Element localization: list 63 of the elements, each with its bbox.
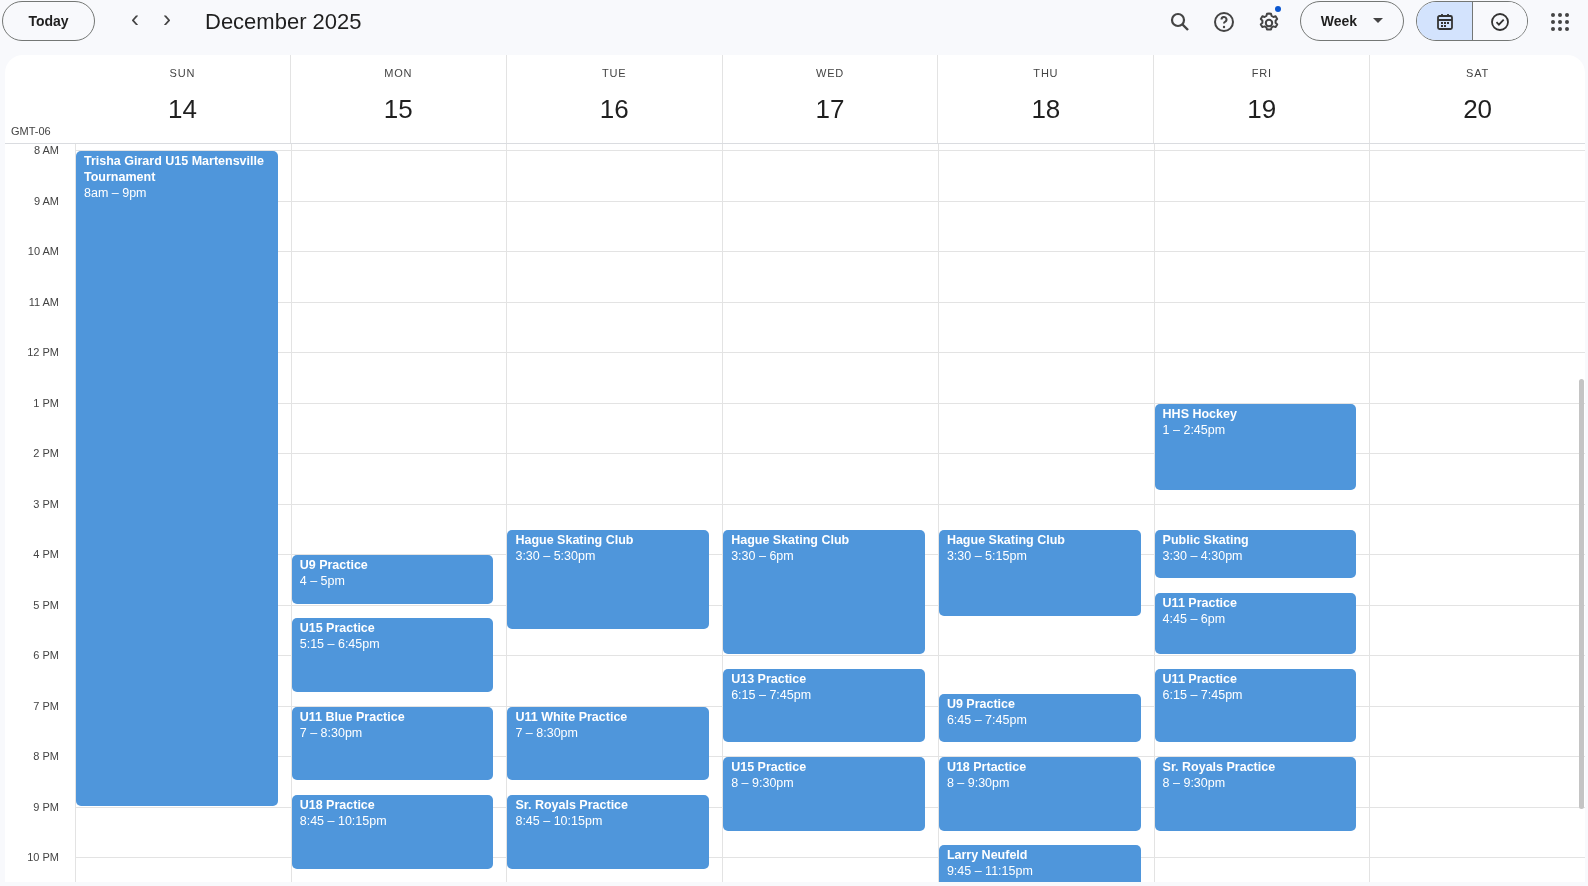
event-block[interactable]: U9 Practice 4 – 5pm	[291, 555, 494, 604]
hour-label: 12 PM	[27, 344, 59, 360]
hour-label: 8 PM	[33, 748, 59, 764]
event-block[interactable]: U18 Practice 8:45 – 10:15pm	[291, 794, 494, 869]
apps-grid-icon	[1550, 11, 1570, 32]
event-block[interactable]: HHS Hockey 1 – 2:45pm	[1154, 403, 1357, 490]
hour-label: 6 PM	[33, 647, 59, 663]
event-block[interactable]: U11 Practice 4:45 – 6pm	[1154, 592, 1357, 655]
hour-label: 8 AM	[33, 144, 59, 158]
weekday-label: FRI	[1250, 66, 1273, 81]
event-block[interactable]: U11 Practice 6:15 – 7:45pm	[1154, 668, 1357, 743]
scrollbar[interactable]	[1579, 379, 1584, 809]
weekday-label: WED	[814, 66, 846, 81]
next-button[interactable]: ›	[151, 7, 183, 35]
event-block[interactable]: Larry Neufeld 9:45 – 11:15pm	[938, 845, 1141, 882]
date-number[interactable]: 16	[506, 89, 722, 129]
today-button[interactable]: Today	[2, 1, 95, 41]
tasks-view-button[interactable]	[1472, 2, 1527, 40]
weekday-label: MON	[383, 66, 414, 81]
event-block[interactable]: U11 White Practice 7 – 8:30pm	[507, 706, 710, 781]
date-number[interactable]: 18	[938, 89, 1154, 129]
hour-label: 9 AM	[33, 193, 59, 209]
event-block[interactable]: Hague Skating Club 3:30 – 5:30pm	[507, 529, 710, 629]
hour-label: 4 PM	[33, 546, 59, 562]
date-number[interactable]: 19	[1154, 89, 1370, 129]
event-block[interactable]: Public Skating 3:30 – 4:30pm	[1154, 529, 1357, 579]
weekday-label: SAT	[1465, 66, 1491, 81]
hour-label: 10 AM	[27, 243, 59, 259]
hour-label: 9 PM	[33, 799, 59, 815]
calendar-view-button[interactable]	[1417, 2, 1472, 40]
hour-label: 11 AM	[28, 294, 59, 310]
event-block[interactable]: U13 Practice 6:15 – 7:45pm	[723, 668, 925, 743]
hour-label: 2 PM	[33, 445, 59, 461]
view-dropdown[interactable]: Week	[1300, 1, 1404, 41]
timezone-label: GMT-06	[11, 123, 51, 139]
weekday-label: THU	[1032, 66, 1060, 81]
month-title: December 2025	[205, 7, 362, 36]
help-icon	[1212, 9, 1236, 34]
caret-icon	[1373, 18, 1384, 24]
hour-label: 3 PM	[33, 496, 59, 512]
weekday-label: SUN	[168, 66, 197, 81]
event-block[interactable]: U9 Practice 6:45 – 7:45pm	[938, 693, 1141, 743]
event-block[interactable]: Trisha Girard U15 Martensville Tournament 8am – 9pm	[76, 151, 278, 806]
date-number[interactable]: 17	[722, 89, 938, 129]
hour-label: 10 PM	[27, 849, 59, 865]
date-number[interactable]: 20	[1370, 89, 1585, 129]
weekday-label: TUE	[600, 66, 628, 81]
event-block[interactable]: Sr. Royals Practice 8 – 9:30pm	[1154, 757, 1357, 831]
event-block[interactable]: U18 Prtactice 8 – 9:30pm	[938, 757, 1141, 831]
event-block[interactable]: Hague Skating Club 3:30 – 5:15pm	[938, 529, 1141, 617]
date-number[interactable]: 14	[75, 89, 290, 129]
calendar-icon	[1435, 12, 1454, 31]
hour-label: 1 PM	[33, 395, 59, 411]
event-block[interactable]: U15 Practice 8 – 9:30pm	[723, 757, 925, 831]
event-block[interactable]: U11 Blue Practice 7 – 8:30pm	[291, 706, 494, 781]
previous-button[interactable]: ‹	[119, 7, 151, 35]
date-number[interactable]: 15	[290, 89, 506, 129]
event-block[interactable]: Sr. Royals Practice 8:45 – 10:15pm	[507, 794, 710, 869]
hour-label: 5 PM	[33, 597, 59, 613]
event-block[interactable]: U15 Practice 5:15 – 6:45pm	[291, 618, 494, 692]
event-block[interactable]: Hague Skating Club 3:30 – 6pm	[723, 529, 925, 655]
check-circle-icon	[1490, 11, 1510, 32]
hour-label: 7 PM	[33, 698, 59, 714]
